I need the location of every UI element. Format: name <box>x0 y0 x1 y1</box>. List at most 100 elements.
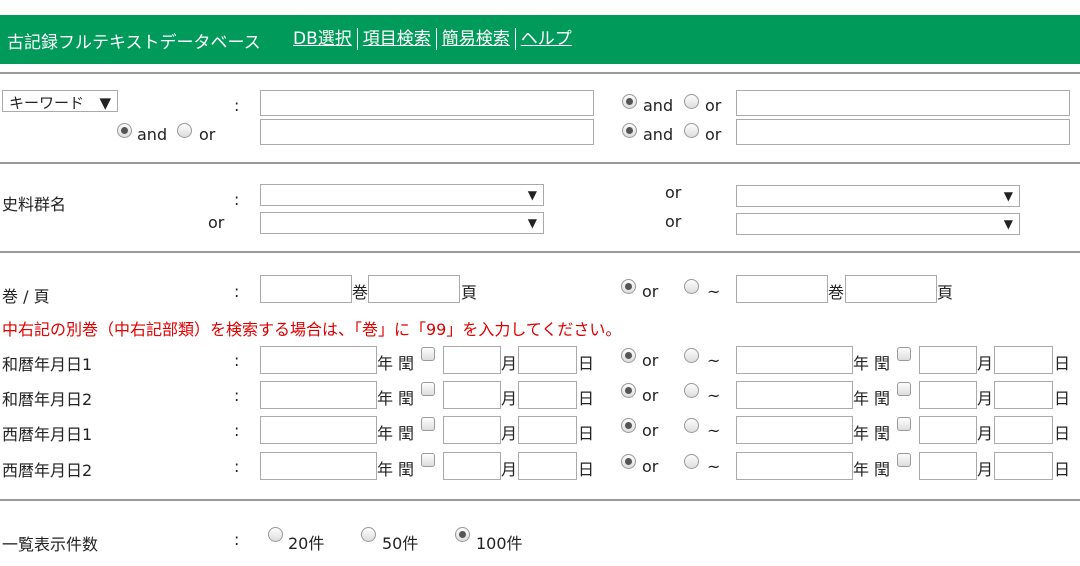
count-100-radio[interactable] <box>455 527 470 542</box>
colon: : <box>234 351 240 370</box>
nav-help[interactable]: ヘルプ <box>514 28 577 50</box>
day-input-to[interactable] <box>994 452 1053 480</box>
year-input-to[interactable] <box>736 416 853 444</box>
day-unit: 日 <box>578 389 595 408</box>
month-input-to[interactable] <box>919 416 977 444</box>
page-input-from[interactable] <box>368 275 460 303</box>
date-row-label: 和暦年月日1 <box>2 355 93 374</box>
shiryo-select-1[interactable]: ▼ <box>260 184 544 206</box>
year-input-from[interactable] <box>260 416 377 444</box>
day-input-from[interactable] <box>518 452 577 480</box>
year-input-from[interactable] <box>260 381 377 409</box>
year-input-to[interactable] <box>736 452 853 480</box>
keyword-input-2[interactable] <box>736 90 1070 116</box>
leap-checkbox[interactable] <box>897 382 911 396</box>
and-radio[interactable] <box>622 123 637 138</box>
nav-simple-search[interactable]: 簡易検索 <box>435 28 515 50</box>
month-input-to[interactable] <box>919 452 977 480</box>
or-label: or <box>642 421 659 440</box>
month-input-to[interactable] <box>919 381 977 409</box>
range-radio[interactable] <box>684 383 699 398</box>
range-label: ~ <box>707 457 721 476</box>
keyword-input-4[interactable] <box>736 119 1070 145</box>
keyword-input-3[interactable] <box>260 119 594 145</box>
month-input-from[interactable] <box>443 381 501 409</box>
year-input-to[interactable] <box>736 381 853 409</box>
or-radio[interactable] <box>177 123 192 138</box>
month-input-from[interactable] <box>443 452 501 480</box>
count-label: 100件 <box>476 534 523 553</box>
day-input-to[interactable] <box>994 416 1053 444</box>
year-input-from[interactable] <box>260 346 377 374</box>
or-label: or <box>199 125 216 144</box>
month-input-to[interactable] <box>919 346 977 374</box>
year-input-from[interactable] <box>260 452 377 480</box>
dropdown-arrow-icon: ▼ <box>99 94 111 112</box>
range-radio[interactable] <box>684 418 699 433</box>
month-unit: 月 <box>977 460 994 479</box>
leap-checkbox[interactable] <box>421 382 435 396</box>
kan-input-from[interactable] <box>260 275 352 303</box>
range-radio[interactable] <box>684 348 699 363</box>
month-unit: 月 <box>501 389 518 408</box>
year-unit: 年 <box>853 424 870 443</box>
leap-label: 閏 <box>398 354 415 373</box>
shiryo-select-3[interactable]: ▼ <box>260 212 544 234</box>
day-unit: 日 <box>1054 354 1071 373</box>
colon: : <box>234 282 240 301</box>
dropdown-arrow-icon: ▼ <box>527 188 537 202</box>
range-radio[interactable] <box>684 279 699 294</box>
month-input-from[interactable] <box>443 416 501 444</box>
day-input-to[interactable] <box>994 346 1053 374</box>
nav-db-select[interactable]: DB選択 <box>293 28 357 50</box>
year-unit: 年 <box>377 460 394 479</box>
leap-checkbox[interactable] <box>897 453 911 467</box>
day-input-from[interactable] <box>518 346 577 374</box>
or-radio[interactable] <box>621 418 636 433</box>
dropdown-arrow-icon: ▼ <box>1003 189 1013 203</box>
range-label: ~ <box>707 421 721 440</box>
count-label: 20件 <box>288 534 325 553</box>
year-unit: 年 <box>377 354 394 373</box>
kan-input-to[interactable] <box>736 275 828 303</box>
leap-checkbox[interactable] <box>897 347 911 361</box>
leap-checkbox[interactable] <box>421 347 435 361</box>
shiryo-select-2[interactable]: ▼ <box>736 185 1020 207</box>
and-radio[interactable] <box>117 123 132 138</box>
keyword-type-select[interactable]: キーワード ▼ <box>2 90 118 112</box>
header-bar: 古記録フルテキストデータベース DB選択 項目検索 簡易検索 ヘルプ <box>0 15 1080 64</box>
or-radio[interactable] <box>684 94 699 109</box>
count-20-radio[interactable] <box>268 527 283 542</box>
month-unit: 月 <box>501 460 518 479</box>
or-radio[interactable] <box>621 348 636 363</box>
day-unit: 日 <box>1054 424 1071 443</box>
leap-checkbox[interactable] <box>897 417 911 431</box>
year-unit: 年 <box>377 389 394 408</box>
month-input-from[interactable] <box>443 346 501 374</box>
or-label: or <box>208 213 225 232</box>
keyword-input-1[interactable] <box>260 90 594 116</box>
or-radio[interactable] <box>621 454 636 469</box>
year-input-to[interactable] <box>736 346 853 374</box>
month-unit: 月 <box>977 354 994 373</box>
day-input-from[interactable] <box>518 416 577 444</box>
count-50-radio[interactable] <box>361 527 376 542</box>
leap-label: 閏 <box>874 460 891 479</box>
or-radio[interactable] <box>621 279 636 294</box>
leap-checkbox[interactable] <box>421 417 435 431</box>
month-unit: 月 <box>977 389 994 408</box>
or-label: or <box>642 351 659 370</box>
day-input-to[interactable] <box>994 381 1053 409</box>
or-radio[interactable] <box>684 123 699 138</box>
leap-checkbox[interactable] <box>421 453 435 467</box>
or-radio[interactable] <box>621 383 636 398</box>
shiryo-select-4[interactable]: ▼ <box>736 213 1020 235</box>
day-input-from[interactable] <box>518 381 577 409</box>
range-radio[interactable] <box>684 454 699 469</box>
date-row-label: 西暦年月日2 <box>2 461 93 480</box>
nav-field-search[interactable]: 項目検索 <box>356 28 436 50</box>
and-radio[interactable] <box>622 94 637 109</box>
page-input-to[interactable] <box>845 275 937 303</box>
or-label: or <box>665 212 682 231</box>
colon: : <box>234 386 240 405</box>
